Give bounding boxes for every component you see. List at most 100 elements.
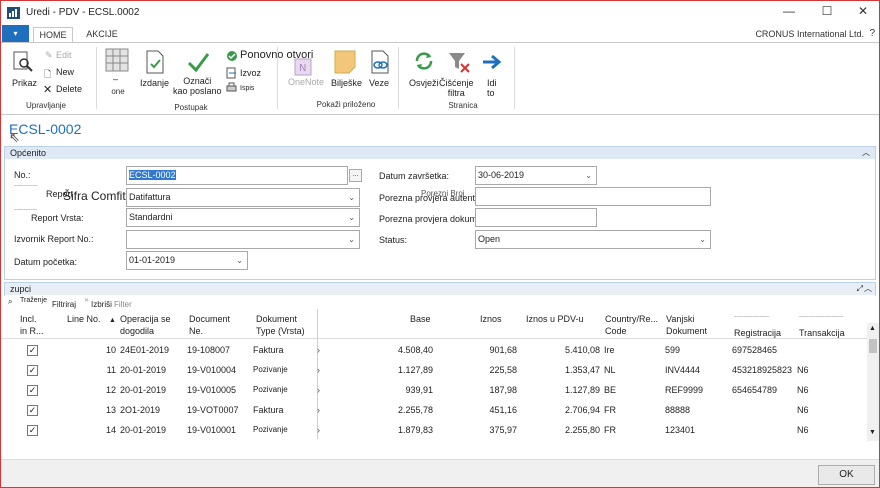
lines-section-header[interactable]: zupci ⤢ ︿ xyxy=(5,283,875,295)
datum-zavrsetka-field[interactable]: 30-06-2019 ⌄ xyxy=(475,166,597,185)
assist-edit-button[interactable]: ... xyxy=(349,169,362,182)
cell-base[interactable]: 2.255,78 xyxy=(398,405,433,415)
cell-vanjski[interactable]: 123401 xyxy=(665,425,695,435)
cell-line-no[interactable]: 11 xyxy=(107,365,116,375)
include-checkbox[interactable]: ✓ xyxy=(27,365,38,376)
cell-type[interactable]: Pozivanje xyxy=(253,425,288,434)
cell-type[interactable]: Faktura xyxy=(253,405,284,415)
cell-transakcija[interactable]: N6 xyxy=(797,385,809,395)
find-button[interactable]: Traženje xyxy=(20,297,47,304)
cell-line-no[interactable]: 13 xyxy=(106,405,116,415)
col-iznos-pdv-header[interactable]: Iznos u PDV-u xyxy=(526,313,584,325)
cell-vanjski[interactable]: REF9999 xyxy=(665,385,703,395)
cell-iznos-pdv[interactable]: 1.353,47 xyxy=(565,365,600,375)
maximize-button[interactable]: ☐ xyxy=(815,4,839,22)
table-row[interactable]: ✓ › 13 2O1-2019 19-VOT0007 Faktura 2.255,78 451… xyxy=(1,405,867,423)
cell-country[interactable]: NL xyxy=(604,365,616,375)
datum-pocetka-field[interactable]: 01-01-2019 ⌄ xyxy=(126,251,248,270)
cell-iznos-pdv[interactable]: 2.706,94 xyxy=(565,405,600,415)
cell-country[interactable]: FR xyxy=(604,405,616,415)
porezna-dokumenata-field[interactable] xyxy=(475,208,597,227)
cell-vanjski[interactable]: 599 xyxy=(665,345,680,355)
new-button[interactable]: New xyxy=(56,67,74,77)
cell-transakcija[interactable]: N6 xyxy=(797,425,809,435)
include-checkbox[interactable]: ✓ xyxy=(27,425,38,436)
no-field[interactable]: ECSL-0002 xyxy=(126,166,348,185)
col-dokument-type-header[interactable]: Dokument Type (Vrsta) xyxy=(256,313,305,337)
col-base-header[interactable]: Base xyxy=(410,313,431,325)
refresh-button[interactable] xyxy=(413,50,435,74)
scroll-down-icon[interactable]: ▼ xyxy=(869,429,876,436)
cell-doc-no[interactable]: 19-V010004 xyxy=(187,365,236,375)
col-registracija-header[interactable]: Registracija xyxy=(734,327,781,339)
close-button[interactable]: ✕ xyxy=(851,4,875,22)
cell-line-no[interactable]: 10 xyxy=(106,345,116,355)
scroll-up-icon[interactable]: ▲ xyxy=(869,325,876,332)
tab-home[interactable]: HOME xyxy=(33,27,73,43)
include-checkbox[interactable]: ✓ xyxy=(27,345,38,356)
table-row[interactable]: ✓ › 12 20-01-2019 19-V010005 Pozivanje 939,91 1… xyxy=(1,385,867,403)
app-menu-button[interactable]: ▾ xyxy=(2,25,29,42)
porezna-autenticnosti-field[interactable] xyxy=(475,187,711,206)
ok-button[interactable]: OK xyxy=(818,465,875,485)
cell-registracija[interactable]: 697528465 xyxy=(732,345,777,355)
filter-button[interactable]: Filtriraj xyxy=(52,300,76,309)
status-field[interactable]: Open ⌄ xyxy=(475,230,711,249)
filter-input[interactable]: Filter xyxy=(114,300,132,309)
cell-iznos[interactable]: 375,97 xyxy=(489,425,517,435)
cell-vanjski[interactable]: INV4444 xyxy=(665,365,700,375)
cell-country[interactable]: Ire xyxy=(604,345,615,355)
cell-transakcija[interactable]: N6 xyxy=(797,405,809,415)
cell-date[interactable]: 20-01-2019 xyxy=(120,365,166,375)
cell-date[interactable]: 2O1-2019 xyxy=(120,405,160,415)
cell-line-no[interactable]: 12 xyxy=(106,385,116,395)
cell-base[interactable]: 1.127,89 xyxy=(398,365,433,375)
cell-type[interactable]: Pozivanje xyxy=(253,365,288,374)
report-sifra-field[interactable]: Datifattura ⌄ xyxy=(126,188,360,207)
col-country-header[interactable]: Country/Re... Code xyxy=(605,313,658,337)
report-vrsta-field[interactable]: Standardni ⌄ xyxy=(126,208,360,227)
grid-icon[interactable] xyxy=(105,48,129,74)
expand-icon[interactable]: ⤢ xyxy=(857,283,863,295)
cell-country[interactable]: BE xyxy=(604,385,616,395)
cell-iznos-pdv[interactable]: 2.255,80 xyxy=(565,425,600,435)
cell-iznos[interactable]: 187,98 xyxy=(489,385,517,395)
cell-date[interactable]: 20-01-2019 xyxy=(120,385,166,395)
cell-date[interactable]: 24E01-2019 xyxy=(120,345,169,355)
cell-line-no[interactable]: 14 xyxy=(106,425,116,435)
col-incl-header[interactable]: Incl. in R... xyxy=(20,313,44,337)
include-checkbox[interactable]: ✓ xyxy=(27,385,38,396)
table-row[interactable]: ✓ › 14 20-01-2019 19-V010001 Pozivanje 1.879,8… xyxy=(1,425,867,439)
scrollbar-thumb[interactable] xyxy=(869,339,877,353)
cell-date[interactable]: 20-01-2019 xyxy=(120,425,166,435)
minimize-button[interactable]: — xyxy=(777,4,801,22)
cell-iznos-pdv[interactable]: 5.410,08 xyxy=(565,345,600,355)
table-row[interactable]: ✓ › 10 24E01-2019 19-108007 Faktura 4.508,40 90… xyxy=(1,345,867,363)
cell-iznos-pdv[interactable]: 1.127,89 xyxy=(565,385,600,395)
cell-registracija[interactable]: 453218925823 xyxy=(732,365,792,375)
collapse-icon[interactable]: ︿ xyxy=(864,283,872,295)
col-vanjski-header[interactable]: Vanjski Dokument xyxy=(666,313,707,337)
cell-transakcija[interactable]: N6 xyxy=(797,365,809,375)
cell-type[interactable]: Pozivanje xyxy=(253,385,288,394)
table-row[interactable]: ✓ › 11 20-01-2019 19-V010004 Pozivanje 1.127,8… xyxy=(1,365,867,383)
cell-iznos[interactable]: 451,16 xyxy=(489,405,517,415)
cell-vanjski[interactable]: 88888 xyxy=(665,405,690,415)
general-section-header[interactable]: Općenito ︿ xyxy=(5,147,875,159)
cell-type[interactable]: Faktura xyxy=(253,345,284,355)
col-operacija-header[interactable]: Operacija se dogodila xyxy=(120,313,171,337)
view-button[interactable] xyxy=(12,51,36,75)
col-transakcija-header[interactable]: Transakcija xyxy=(799,327,845,339)
edit-button[interactable]: Edit xyxy=(56,50,72,60)
collapse-icon[interactable]: ︿ xyxy=(862,147,870,159)
mark-sent-button[interactable] xyxy=(186,50,210,76)
cell-base[interactable]: 4.508,40 xyxy=(398,345,433,355)
include-checkbox[interactable]: ✓ xyxy=(27,405,38,416)
export-button[interactable]: Izvoz xyxy=(240,68,261,78)
col-line-no-header[interactable]: Line No. xyxy=(67,313,101,325)
cell-registracija[interactable]: 654654789 xyxy=(732,385,777,395)
tab-akcije[interactable]: AKCIJE xyxy=(79,27,125,43)
release-button[interactable] xyxy=(144,50,166,76)
cell-doc-no[interactable]: 19-V010005 xyxy=(187,385,236,395)
izvornik-field[interactable]: ⌄ xyxy=(126,230,360,249)
